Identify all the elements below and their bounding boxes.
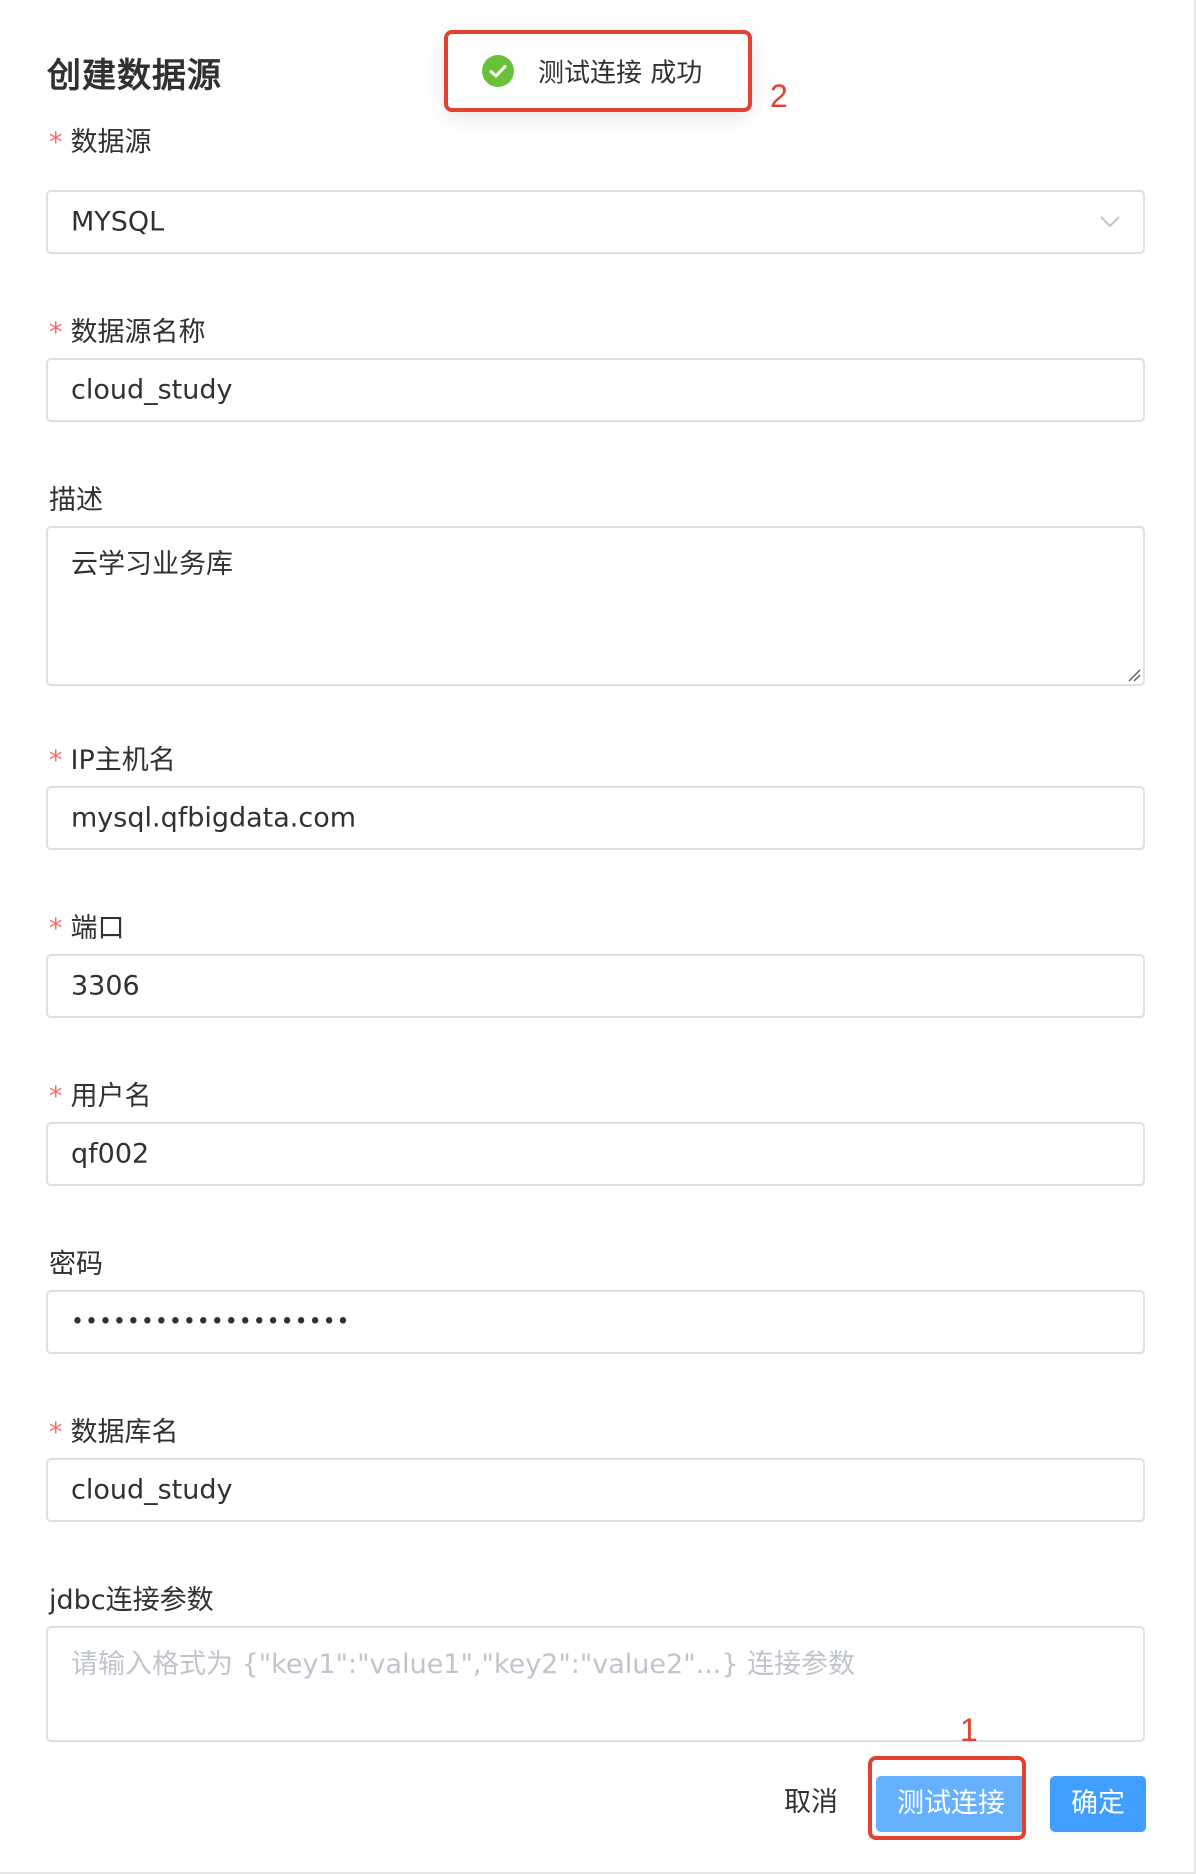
password-label-text: 密码 <box>49 1249 103 1280</box>
port-label: * 端口 <box>49 906 125 945</box>
host-label-text: IP主机名 <box>70 745 176 776</box>
host-value: mysql.qfbigdata.com <box>71 802 357 834</box>
dialog-title: 创建数据源 <box>47 56 222 96</box>
description-value: 云学习业务库 <box>71 549 233 580</box>
required-mark: * <box>49 317 63 348</box>
password-value: •••••••••••••••••••• <box>71 1309 351 1335</box>
description-label-text: 描述 <box>49 485 103 516</box>
jdbc-label: jdbc连接参数 <box>49 1578 214 1617</box>
database-label-text: 数据库名 <box>70 1417 179 1448</box>
username-label-text: 用户名 <box>70 1081 152 1112</box>
confirm-button[interactable]: 确定 <box>1050 1776 1146 1832</box>
resize-handle-icon[interactable] <box>1127 668 1141 682</box>
annotation-number-1: 1 <box>960 1712 978 1748</box>
host-label: * IP主机名 <box>49 738 176 777</box>
annotation-box-test-button <box>868 1756 1026 1840</box>
port-value: 3306 <box>71 970 140 1002</box>
password-input[interactable]: •••••••••••••••••••• <box>46 1290 1145 1354</box>
required-mark: * <box>49 1081 63 1112</box>
password-label: 密码 <box>49 1242 103 1281</box>
host-input[interactable]: mysql.qfbigdata.com <box>46 786 1145 850</box>
port-label-text: 端口 <box>70 913 125 944</box>
database-input[interactable]: cloud_study <box>46 1458 1145 1522</box>
name-label: * 数据源名称 <box>49 310 206 349</box>
datasource-name-input[interactable]: cloud_study <box>46 358 1145 422</box>
name-label-text: 数据源名称 <box>70 317 206 348</box>
description-textarea[interactable]: 云学习业务库 <box>46 526 1145 686</box>
datasource-label-text: 数据源 <box>70 127 152 158</box>
username-label: * 用户名 <box>49 1074 152 1113</box>
username-value: qf002 <box>71 1138 150 1170</box>
chevron-down-icon <box>1100 216 1120 228</box>
annotation-number-2: 2 <box>770 78 788 114</box>
jdbc-label-text: jdbc连接参数 <box>49 1585 214 1616</box>
jdbc-params-placeholder: 请输入格式为 {"key1":"value1","key2":"value2".… <box>71 1649 856 1680</box>
datasource-label: * 数据源 <box>49 120 152 159</box>
required-mark: * <box>49 1417 63 1448</box>
jdbc-params-textarea[interactable]: 请输入格式为 {"key1":"value1","key2":"value2".… <box>46 1626 1145 1742</box>
datasource-select-value: MYSQL <box>71 206 165 238</box>
database-label: * 数据库名 <box>49 1410 179 1449</box>
annotation-box-toast <box>444 30 752 112</box>
port-input[interactable]: 3306 <box>46 954 1145 1018</box>
required-mark: * <box>49 913 63 944</box>
create-datasource-dialog: 创建数据源 * 数据源 MYSQL * 数据源名称 cloud_study 描述 云… <box>0 0 1196 1874</box>
description-label: 描述 <box>49 478 103 517</box>
datasource-name-value: cloud_study <box>71 374 233 406</box>
username-input[interactable]: qf002 <box>46 1122 1145 1186</box>
database-value: cloud_study <box>71 1474 233 1506</box>
required-mark: * <box>49 127 63 158</box>
datasource-select[interactable]: MYSQL <box>46 190 1145 254</box>
required-mark: * <box>49 745 63 776</box>
cancel-button[interactable]: 取消 <box>770 1775 852 1831</box>
